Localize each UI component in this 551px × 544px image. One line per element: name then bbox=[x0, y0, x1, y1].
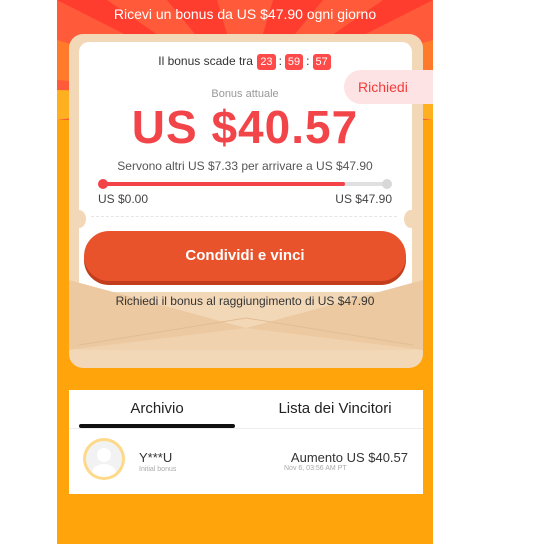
tab-archive[interactable]: Archivio bbox=[79, 390, 235, 428]
timer-minutes: 59 bbox=[284, 54, 304, 70]
history-panel: Archivio Lista dei Vincitori Y***U Initi… bbox=[69, 390, 423, 494]
progress-fill bbox=[101, 182, 345, 186]
timer-label: Il bonus scade tra bbox=[158, 54, 253, 68]
timer-separator: : bbox=[306, 54, 310, 68]
tab-winners-list[interactable]: Lista dei Vincitori bbox=[257, 390, 413, 428]
banner-text: Ricevi un bonus da US $47.90 ogni giorno bbox=[113, 6, 377, 22]
dashed-divider bbox=[91, 216, 397, 217]
bonus-page: Ricevi un bonus da US $47.90 ogni giorno… bbox=[57, 0, 433, 544]
current-bonus-amount: US $40.57 bbox=[131, 101, 359, 153]
tab-divider bbox=[69, 428, 423, 429]
history-user-subtitle: Initial bonus bbox=[139, 466, 177, 473]
history-increase: Aumento US $40.57 bbox=[290, 450, 408, 465]
progress-max-label: US $47.90 bbox=[335, 192, 392, 206]
envelope-graphic bbox=[69, 280, 423, 350]
progress-start-dot bbox=[98, 179, 108, 189]
progress-bar bbox=[98, 179, 392, 189]
history-user-name: Y***U bbox=[139, 450, 173, 465]
remaining-amount-text: Servono altri US $7.33 per arrivare a US… bbox=[117, 159, 373, 173]
user-silhouette-icon bbox=[86, 441, 122, 477]
history-date: Nov 6, 03:56 AM PT bbox=[284, 465, 347, 472]
timer-separator: : bbox=[278, 54, 282, 68]
current-bonus-label: Bonus attuale bbox=[211, 88, 279, 100]
share-and-win-button[interactable]: Condividi e vinci bbox=[84, 231, 406, 281]
avatar bbox=[83, 438, 125, 480]
progress-min-label: US $0.00 bbox=[98, 192, 149, 206]
claim-condition-note: Richiedi il bonus al raggiungimento di U… bbox=[115, 294, 375, 308]
timer-seconds: 57 bbox=[312, 54, 331, 70]
progress-end-dot bbox=[382, 179, 392, 189]
timer-hours: 23 bbox=[257, 54, 276, 70]
expiry-timer: Il bonus scade tra 23:59:57 bbox=[57, 54, 433, 70]
